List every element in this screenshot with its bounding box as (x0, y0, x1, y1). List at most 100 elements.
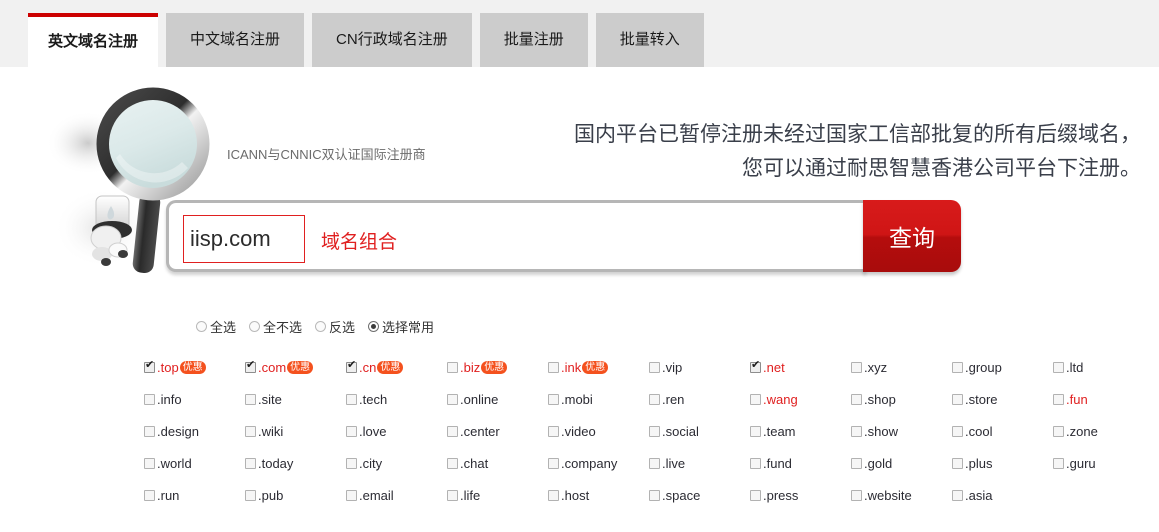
checkbox-icon[interactable] (346, 359, 357, 373)
selection-mode-2[interactable]: 反选 (315, 317, 355, 336)
suffix-option[interactable]: .zone (1053, 424, 1154, 439)
suffix-option[interactable]: .cool (952, 424, 1053, 439)
domain-combine-label[interactable]: 域名组合 (321, 227, 397, 254)
suffix-option[interactable]: .social (649, 424, 750, 439)
checkbox-icon[interactable] (1053, 362, 1064, 373)
checkbox-icon[interactable] (346, 426, 357, 437)
checkbox-icon[interactable] (1053, 458, 1064, 469)
suffix-option[interactable]: .asia (952, 488, 1053, 503)
radio-icon[interactable] (196, 321, 207, 332)
suffix-option[interactable]: .space (649, 488, 750, 503)
suffix-option[interactable]: .run (144, 488, 245, 503)
radio-icon[interactable] (368, 321, 380, 332)
checkbox-icon[interactable] (447, 394, 458, 405)
checkbox-icon[interactable] (447, 426, 458, 437)
tab-1[interactable]: 中文域名注册 (166, 13, 305, 67)
checkbox-icon[interactable] (1053, 426, 1064, 437)
checkbox-icon[interactable] (851, 362, 862, 373)
suffix-option[interactable]: .design (144, 424, 245, 439)
checkbox-icon[interactable] (750, 359, 761, 373)
checkbox-icon[interactable] (144, 394, 155, 405)
checkbox-icon[interactable] (750, 394, 761, 405)
suffix-option[interactable]: .world (144, 456, 245, 471)
checkbox-icon[interactable] (346, 458, 357, 469)
checkbox-icon[interactable] (144, 426, 155, 437)
checkbox-icon[interactable] (346, 490, 357, 501)
checkbox-icon[interactable] (447, 490, 458, 501)
suffix-option[interactable]: .gold (851, 456, 952, 471)
suffix-option[interactable]: .chat (447, 456, 548, 471)
suffix-option[interactable]: .net (750, 359, 851, 375)
radio-icon[interactable] (315, 321, 327, 332)
suffix-option[interactable]: .love (346, 424, 447, 439)
checkbox-icon[interactable] (548, 362, 559, 373)
suffix-option[interactable]: .city (346, 456, 447, 471)
checkbox-icon[interactable] (1053, 394, 1064, 405)
checkbox-icon[interactable] (649, 458, 660, 469)
suffix-option[interactable]: .life (447, 488, 548, 503)
checkbox-icon[interactable] (245, 359, 256, 373)
checkbox-icon[interactable] (649, 362, 660, 373)
checkbox-icon[interactable] (952, 426, 963, 437)
suffix-option[interactable]: .mobi (548, 392, 649, 407)
suffix-option[interactable]: .show (851, 424, 952, 439)
suffix-option[interactable]: .cn优惠 (346, 359, 447, 375)
suffix-option[interactable]: .ltd (1053, 360, 1154, 375)
suffix-option[interactable]: .shop (851, 392, 952, 407)
checkbox-icon[interactable] (851, 426, 862, 437)
suffix-option[interactable]: .fun (1053, 392, 1154, 407)
checkbox-icon[interactable] (649, 394, 660, 405)
suffix-option[interactable]: .online (447, 392, 548, 407)
suffix-option[interactable]: .pub (245, 488, 346, 503)
checkbox-icon[interactable] (750, 490, 761, 501)
checkbox-icon[interactable] (952, 458, 963, 469)
checkbox-icon[interactable] (548, 394, 559, 405)
suffix-option[interactable]: .vip (649, 360, 750, 375)
checkbox-icon[interactable] (144, 458, 155, 469)
suffix-option[interactable]: .fund (750, 456, 851, 471)
radio-icon[interactable] (249, 321, 261, 332)
checkbox-icon[interactable] (750, 458, 761, 469)
suffix-option[interactable]: .wang (750, 392, 851, 407)
checkbox-icon[interactable] (952, 490, 963, 501)
suffix-option[interactable]: .biz 优惠 (447, 360, 548, 375)
domain-name-input[interactable] (183, 215, 305, 263)
search-button[interactable]: 查询 (863, 200, 961, 272)
selection-mode-3[interactable]: 选择常用 (368, 317, 434, 336)
suffix-option[interactable]: .video (548, 424, 649, 439)
suffix-option[interactable]: .team (750, 424, 851, 439)
suffix-option[interactable]: .company (548, 456, 649, 471)
checkbox-icon[interactable] (851, 490, 862, 501)
suffix-option[interactable]: .website (851, 488, 952, 503)
suffix-option[interactable]: .wiki (245, 424, 346, 439)
checkbox-icon[interactable] (952, 394, 963, 405)
checkbox-icon[interactable] (548, 426, 559, 437)
suffix-option[interactable]: .tech (346, 392, 447, 407)
checkbox-icon[interactable] (851, 394, 862, 405)
checkbox-icon[interactable] (447, 362, 458, 373)
checkbox-icon[interactable] (952, 362, 963, 373)
checkbox-icon[interactable] (548, 490, 559, 501)
checkbox-icon[interactable] (245, 458, 256, 469)
suffix-option[interactable]: .com优惠 (245, 359, 346, 375)
suffix-option[interactable]: .ren (649, 392, 750, 407)
checkbox-icon[interactable] (144, 359, 155, 373)
suffix-option[interactable]: .site (245, 392, 346, 407)
suffix-option[interactable]: .host (548, 488, 649, 503)
checkbox-icon[interactable] (851, 458, 862, 469)
checkbox-icon[interactable] (245, 490, 256, 501)
suffix-option[interactable]: .plus (952, 456, 1053, 471)
suffix-option[interactable]: .info (144, 392, 245, 407)
suffix-option[interactable]: .store (952, 392, 1053, 407)
suffix-option[interactable]: .xyz (851, 360, 952, 375)
checkbox-icon[interactable] (346, 394, 357, 405)
checkbox-icon[interactable] (548, 458, 559, 469)
suffix-option[interactable]: .press (750, 488, 851, 503)
checkbox-icon[interactable] (245, 426, 256, 437)
checkbox-icon[interactable] (649, 490, 660, 501)
tab-0[interactable]: 英文域名注册 (28, 13, 159, 69)
suffix-option[interactable]: .top优惠 (144, 359, 245, 375)
suffix-option[interactable]: .today (245, 456, 346, 471)
suffix-option[interactable]: .live (649, 456, 750, 471)
suffix-option[interactable]: .group (952, 360, 1053, 375)
